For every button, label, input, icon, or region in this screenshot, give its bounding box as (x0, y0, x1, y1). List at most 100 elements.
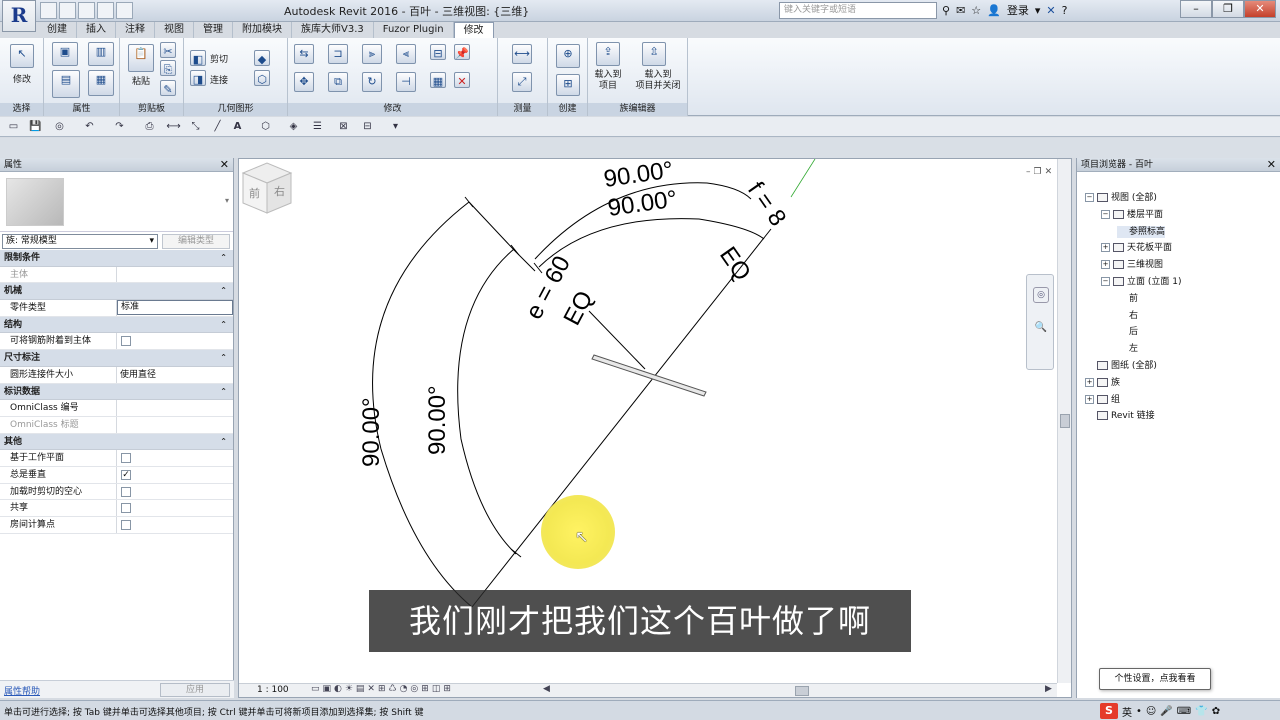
copy-icon[interactable]: ⎘ (160, 60, 176, 76)
family-selector[interactable]: 族: 常规模型 ▾ (2, 234, 158, 249)
tab-5[interactable]: 附加模块 (233, 22, 292, 38)
view-close-icon[interactable]: ✕ (1045, 167, 1053, 177)
dimension-tool-icon[interactable]: ⤡ (188, 119, 203, 134)
scroll-right-icon[interactable]: ▶ (1045, 684, 1052, 694)
line-tool-icon[interactable]: ╱ (210, 119, 225, 134)
property-value[interactable] (117, 450, 233, 466)
tree-node[interactable]: − 视图 (全部) (1085, 192, 1157, 204)
cope-icon[interactable]: ◧ (190, 50, 206, 66)
delete-icon[interactable]: ✕ (454, 72, 470, 88)
properties-icon[interactable]: ▤ (52, 70, 80, 98)
property-value[interactable] (117, 517, 233, 533)
array-icon[interactable]: ▦ (430, 72, 446, 88)
emoji-icon[interactable]: ☺ (1146, 706, 1156, 717)
tab-4[interactable]: 管理 (194, 22, 233, 38)
family-types-icon[interactable]: ▥ (88, 42, 114, 66)
tree-node[interactable]: 参照标高 (1117, 225, 1166, 238)
open-icon[interactable]: ▭ (6, 119, 21, 134)
view-minimize-icon[interactable]: – (1026, 167, 1031, 177)
keyboard-icon[interactable]: ⌨ (1177, 706, 1191, 717)
load-into-project-close-icon[interactable]: ⇫ (642, 42, 666, 66)
view-control-icons[interactable]: ▭▣◐☀▤✕⊞♺◔◎⊞◫⊞ (311, 684, 454, 694)
view-scale[interactable]: 1 : 100 (257, 685, 289, 695)
vertical-scrollbar[interactable] (1057, 159, 1071, 683)
property-section[interactable]: 尺寸标注 ⌃ (0, 350, 233, 367)
ime-language[interactable]: 英 (1122, 704, 1132, 719)
open-file-icon[interactable] (40, 2, 57, 19)
print-icon[interactable]: ⎙ (142, 119, 157, 134)
tab-1[interactable]: 插入 (77, 22, 116, 38)
checkbox[interactable] (121, 453, 131, 464)
sync-icon[interactable]: ◎ (52, 119, 67, 134)
project-browser-close-icon[interactable]: ✕ (1267, 158, 1276, 172)
property-section[interactable]: 标识数据 ⌃ (0, 383, 233, 401)
tree-node[interactable]: − 楼层平面 (1101, 209, 1163, 221)
favorites-star-icon[interactable]: ☆ (971, 4, 981, 17)
tree-node[interactable]: 图纸 (全部) (1085, 360, 1157, 372)
tree-node[interactable]: 左 (1117, 343, 1138, 355)
paste-label[interactable]: 粘贴 (124, 74, 158, 87)
property-section[interactable]: 结构 ⌃ (0, 316, 233, 334)
tab-3[interactable]: 视图 (155, 22, 194, 38)
property-section[interactable]: 限制条件 ⌃ (0, 250, 233, 267)
create-similar-icon[interactable]: ⊕ (556, 44, 580, 68)
tab-0[interactable]: 创建 (38, 22, 77, 38)
property-value[interactable] (117, 267, 233, 283)
pin-icon[interactable]: 📌 (454, 44, 470, 60)
redo-quick-icon[interactable] (116, 2, 133, 19)
switch-windows-icon[interactable]: ⊟ (360, 119, 375, 134)
close-button[interactable]: ✕ (1244, 0, 1276, 18)
dimension-icon[interactable]: ⤢ (512, 72, 532, 92)
tools-icon[interactable]: ✿ (1212, 706, 1220, 717)
login-link[interactable]: 登录 (1007, 2, 1029, 18)
tree-node[interactable]: 前 (1117, 293, 1138, 305)
save-icon[interactable]: 💾 (28, 119, 43, 134)
type-properties-icon[interactable]: ▦ (88, 70, 114, 96)
collapse-icon[interactable]: − (1101, 277, 1110, 286)
rotate-icon[interactable]: ↻ (362, 72, 382, 92)
help-icon[interactable]: ? (1062, 4, 1068, 17)
zoom-icon[interactable]: 🔍 (1033, 321, 1049, 337)
offset-icon[interactable]: ⊐ (328, 44, 348, 64)
join-icon[interactable]: ◨ (190, 70, 206, 86)
search-input[interactable]: 键入关键字或短语 (779, 2, 937, 19)
app-logo[interactable]: R (2, 0, 36, 32)
property-value[interactable] (117, 417, 233, 433)
thin-lines-icon[interactable]: ☰ (310, 119, 325, 134)
measure-icon[interactable]: ⟷ (512, 44, 532, 64)
tree-node[interactable]: 右 (1117, 310, 1138, 322)
mirror-draw-icon[interactable]: ⫷ (396, 44, 416, 64)
modify-cursor-icon[interactable]: ↖ (10, 44, 34, 68)
property-value[interactable] (117, 484, 233, 500)
checkbox[interactable] (121, 336, 131, 347)
collapse-icon[interactable]: ⌃ (220, 317, 227, 333)
personalize-tooltip[interactable]: 个性设置，点我看看 (1099, 668, 1211, 690)
checkbox[interactable] (121, 520, 131, 530)
expand-icon[interactable]: + (1101, 260, 1110, 270)
expand-icon[interactable]: + (1085, 377, 1094, 387)
tab-8[interactable]: 修改 (453, 22, 494, 38)
measure-tool-icon[interactable]: ⟷ (166, 119, 181, 134)
split-face-icon[interactable]: ⬡ (254, 70, 270, 86)
tree-node[interactable]: + 天花板平面 (1101, 242, 1172, 254)
horizontal-scroll-thumb[interactable] (795, 686, 809, 696)
property-value[interactable] (117, 500, 233, 516)
checkbox[interactable] (121, 486, 131, 497)
load-into-project-icon[interactable]: ⇪ (596, 42, 620, 66)
property-section[interactable]: 机械 ⌃ (0, 283, 233, 301)
text-tool-icon[interactable]: A (230, 119, 245, 134)
tab-7[interactable]: Fuzor Plugin (374, 22, 454, 38)
3d-view-icon[interactable]: ⬡ (258, 119, 273, 134)
edit-type-button[interactable]: 编辑类型 (162, 234, 230, 249)
type-selector-arrow-icon[interactable]: ▾ (225, 196, 229, 205)
tab-6[interactable]: 族库大师V3.3 (292, 22, 374, 38)
copy-element-icon[interactable]: ⧉ (328, 72, 348, 92)
property-section[interactable]: 其他 ⌃ (0, 433, 233, 451)
tree-node[interactable]: − 立面 (立面 1) (1101, 276, 1181, 288)
redo-icon[interactable]: ↷ (112, 119, 127, 134)
user-icon[interactable]: 👤 (987, 4, 1001, 17)
steering-wheel-icon[interactable]: ◎ (1033, 287, 1049, 303)
view-restore-icon[interactable]: ❐ (1034, 167, 1042, 177)
mirror-axis-icon[interactable]: ⫸ (362, 44, 382, 64)
customize-toolbar-icon[interactable]: ▾ (388, 119, 403, 134)
